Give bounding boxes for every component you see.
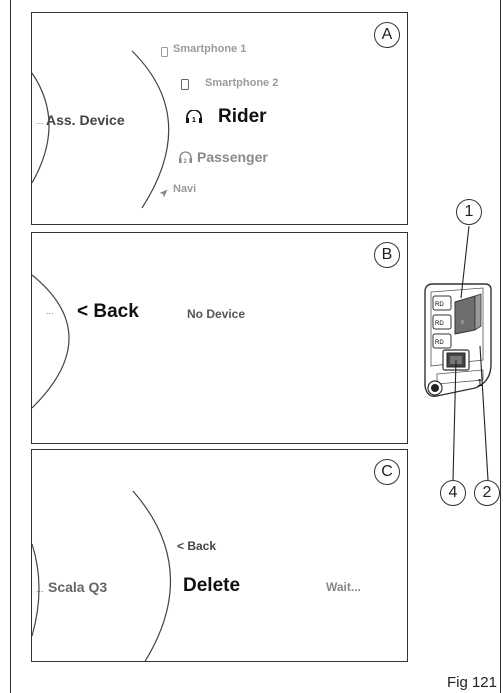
figure-caption: Fig 121 (446, 674, 497, 691)
callout-1: 1 (456, 199, 482, 225)
callout-leader-lines (452, 225, 489, 481)
callout-4: 4 (440, 480, 466, 506)
callout-2: 2 (474, 480, 500, 506)
